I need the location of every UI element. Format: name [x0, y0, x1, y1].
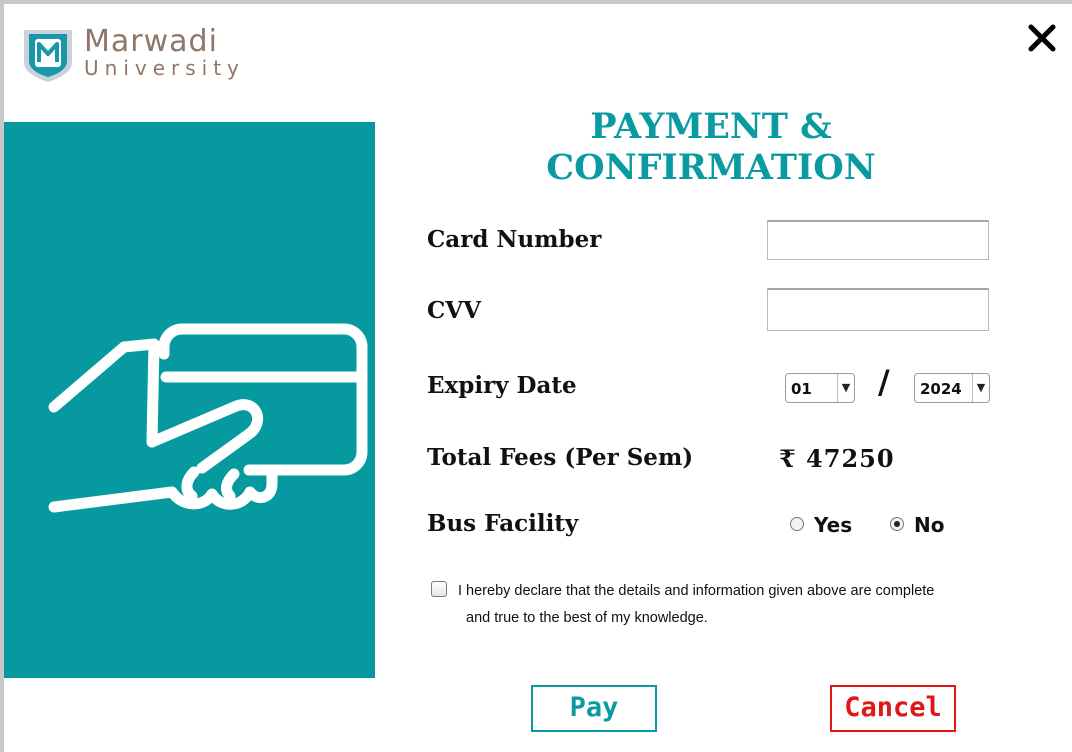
total-fees-value: ₹ 47250 [779, 444, 895, 473]
hand-holding-card-icon [48, 323, 368, 513]
card-illustration-panel [4, 122, 375, 678]
declaration-text-line1: I hereby declare that the details and in… [458, 583, 935, 599]
radio-no[interactable] [890, 517, 904, 531]
shield-logo-icon [24, 30, 72, 82]
bus-facility-label: Bus Facility [427, 510, 579, 537]
total-fees-label: Total Fees (Per Sem) [427, 444, 694, 471]
close-button[interactable] [1026, 22, 1058, 54]
expiry-year-value: 2024 [920, 380, 962, 398]
cvv-input[interactable] [767, 288, 989, 331]
card-number-input[interactable] [767, 220, 989, 260]
cvv-label: CVV [427, 297, 481, 324]
declaration-checkbox[interactable] [431, 581, 447, 597]
pay-button[interactable]: Pay [531, 685, 657, 732]
bus-option-yes-label: Yes [814, 513, 853, 537]
expiry-year-select[interactable]: 2024 ▼ [914, 373, 990, 403]
window-frame-top [0, 0, 1072, 4]
close-icon [1028, 24, 1056, 52]
expiry-separator: / [878, 363, 890, 401]
cancel-button[interactable]: Cancel [830, 685, 956, 732]
chevron-down-icon: ▼ [837, 374, 854, 402]
bus-option-no[interactable]: No [890, 513, 950, 537]
radio-selected-dot [894, 521, 900, 527]
declaration-text-line2: and true to the best of my knowledge. [466, 610, 708, 626]
bus-option-yes[interactable]: Yes [790, 513, 860, 537]
card-number-label: Card Number [427, 226, 602, 253]
logo-subtitle: University [84, 56, 245, 80]
expiry-date-label: Expiry Date [427, 372, 577, 399]
radio-yes[interactable] [790, 517, 804, 531]
logo-name: Marwadi [84, 24, 218, 59]
expiry-month-select[interactable]: 01 ▼ [785, 373, 855, 403]
chevron-down-icon: ▼ [972, 374, 989, 402]
university-logo: Marwadi University [20, 24, 270, 86]
bus-option-no-label: No [914, 513, 945, 537]
expiry-month-value: 01 [791, 380, 812, 398]
page-title: PAYMENT & CONFIRMATION [546, 106, 876, 188]
